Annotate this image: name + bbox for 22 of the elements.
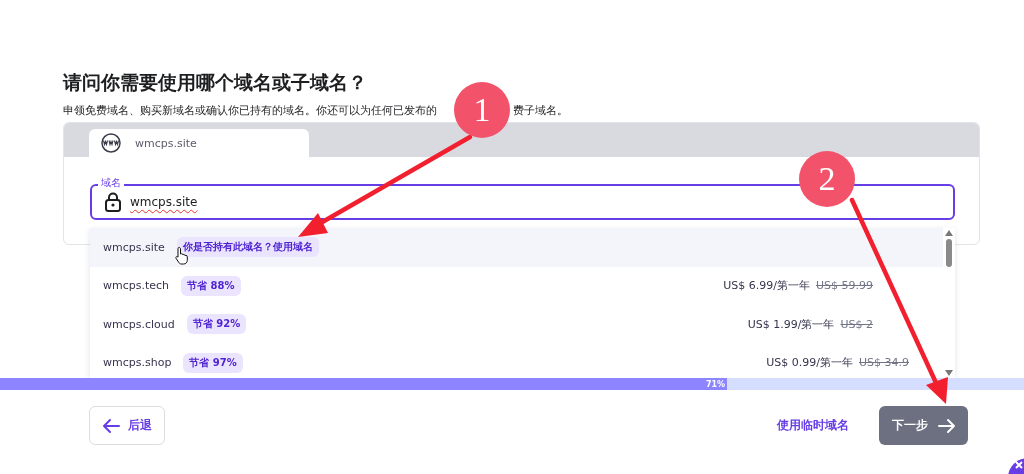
temporary-domain-link[interactable]: 使用临时域名 bbox=[777, 417, 849, 434]
annotation-marker: 1 bbox=[454, 82, 510, 138]
description-text: 申领免费域名、购买新域名或确认你已持有的域名。你还可以为任何已发布的 bbox=[63, 103, 437, 118]
next-button[interactable]: 下一步 bbox=[879, 406, 968, 445]
back-button[interactable]: 后退 bbox=[89, 406, 165, 445]
domain-tab[interactable]: wmcps.site bbox=[89, 129, 309, 157]
field-label: 域名 bbox=[98, 177, 124, 189]
suggestion-item[interactable]: wmcps.shop 节省 97% US$ 0.99/第一年 US$ 34.9 bbox=[90, 343, 943, 378]
scroll-down-icon bbox=[945, 370, 953, 376]
page-heading: 请问你需要使用哪个域名或子域名？ bbox=[63, 70, 368, 94]
progress-label: 71% bbox=[705, 379, 727, 389]
arrow-right-icon bbox=[937, 417, 956, 434]
globe-icon bbox=[101, 133, 121, 153]
suggestion-item[interactable]: wmcps.tech 节省 88% US$ 6.99/第一年 US$ 59.99 bbox=[90, 266, 943, 305]
scrollbar[interactable] bbox=[943, 228, 955, 378]
suggestion-item[interactable]: wmcps.site 你是否持有此域名？使用域名 bbox=[90, 228, 943, 267]
scroll-thumb[interactable] bbox=[946, 239, 952, 267]
lock-icon bbox=[104, 191, 122, 213]
scroll-up-icon bbox=[945, 230, 953, 236]
suggestion-item[interactable]: wmcps.cloud 节省 92% US$ 1.99/第一年 US$ 2 bbox=[90, 305, 943, 344]
arrow-left-icon bbox=[102, 417, 120, 434]
description-text: 费子域名。 bbox=[513, 103, 568, 118]
